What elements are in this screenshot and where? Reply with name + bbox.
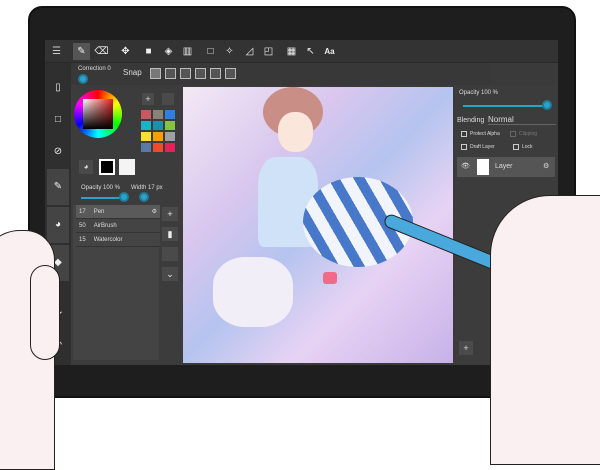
top-toolbar: ☰ ✎ ⌫ ✥ ■ ◈ ▥ □ ✧ ◿ ◰ ▦ ↖ Aa	[45, 40, 558, 63]
text-tool-button[interactable]: Aa	[321, 43, 338, 60]
brush-panel-icon[interactable]: ✎	[47, 169, 69, 205]
color-brush-panel: + ◕ Opacity 100 % Width 17 px 17 Pen ⚙ 50 A…	[71, 85, 183, 365]
brush-size: 50	[79, 223, 86, 229]
left-thumb	[30, 265, 60, 360]
color-swatch[interactable]	[141, 110, 151, 119]
layer-name: Layer	[495, 163, 513, 170]
brush-name: AirBrush	[93, 223, 117, 229]
snap-bar: Snap	[70, 63, 490, 85]
brush-opacity-knob[interactable]	[119, 192, 129, 202]
color-swatch[interactable]	[153, 121, 163, 130]
gradient-icon[interactable]: ▥	[179, 43, 196, 60]
snap-label: Snap	[123, 68, 142, 77]
brush-item[interactable]: 50 AirBrush	[76, 219, 160, 233]
brush-opacity-label: Opacity 100 %	[81, 185, 121, 191]
layer-row[interactable]: 👁 Layer ⚙	[457, 157, 555, 177]
layer-settings-icon[interactable]: ⚙	[543, 162, 549, 170]
lock-label: Lock	[522, 144, 533, 150]
correction-label: Correction 0	[78, 66, 111, 72]
background-color[interactable]	[119, 159, 135, 175]
foreground-color[interactable]	[99, 159, 115, 175]
color-swatch[interactable]	[141, 121, 151, 130]
brush-size: 15	[79, 237, 86, 243]
bucket-icon[interactable]: ◈	[160, 43, 177, 60]
brush-item[interactable]: 15 Watercolor	[76, 233, 160, 247]
draft-layer-checkbox[interactable]	[461, 144, 467, 150]
delete-color-button[interactable]	[162, 93, 174, 105]
rotate-icon[interactable]: ⊘	[47, 141, 69, 163]
magic-wand-icon[interactable]: ✧	[221, 43, 238, 60]
color-swatch[interactable]	[153, 132, 163, 141]
color-swatch[interactable]	[165, 121, 175, 130]
add-brush-button[interactable]: +	[162, 207, 178, 221]
snap-radial-icon[interactable]	[210, 68, 221, 79]
brush-option-button[interactable]	[162, 247, 178, 261]
brush-opacity-slider[interactable]	[81, 197, 123, 199]
blending-label: Blending	[457, 117, 485, 124]
brush-settings-icon[interactable]: ⚙	[152, 205, 157, 219]
color-swatch[interactable]	[165, 143, 175, 152]
artwork-face	[278, 112, 313, 152]
artwork-legs	[213, 257, 293, 327]
snap-lines-icon[interactable]	[195, 68, 206, 79]
brush-size: 17	[79, 209, 86, 215]
brush-item[interactable]: 17 Pen ⚙	[76, 205, 160, 219]
fill-rect-icon[interactable]: ■	[140, 43, 157, 60]
move-tool-icon[interactable]: ✥	[117, 43, 134, 60]
draft-layer-label: Draft Layer	[470, 144, 495, 150]
layer-opacity-label: Opacity 100 %	[459, 90, 499, 96]
menu-icon[interactable]: ☰	[48, 43, 65, 60]
file-icon[interactable]: ▯	[47, 77, 69, 99]
snap-circle-icon[interactable]	[225, 68, 236, 79]
add-layer-button[interactable]: +	[459, 341, 473, 355]
color-swatch[interactable]	[153, 143, 163, 152]
brush-width-knob[interactable]	[139, 192, 149, 202]
lock-checkbox[interactable]	[513, 144, 519, 150]
clipping-label: Clipping	[519, 131, 538, 137]
frame-icon[interactable]: ▦	[283, 43, 300, 60]
pointer-icon[interactable]: ↖	[302, 43, 319, 60]
color-swatch[interactable]	[141, 143, 151, 152]
snap-off-icon[interactable]	[150, 68, 161, 79]
protect-alpha-label: Protect Alpha	[470, 131, 500, 137]
select-eraser-icon[interactable]: ◰	[260, 43, 277, 60]
correction-slider[interactable]	[78, 74, 88, 84]
clipping-checkbox[interactable]	[510, 131, 516, 137]
artwork-bow	[323, 272, 337, 284]
add-color-button[interactable]: +	[142, 93, 154, 105]
protect-alpha-checkbox[interactable]	[461, 131, 467, 137]
brush-down-button[interactable]: ⌄	[162, 267, 178, 281]
color-swatch[interactable]	[141, 132, 151, 141]
right-hand	[490, 195, 600, 465]
selection-icon[interactable]: □	[47, 109, 69, 131]
app-screen: ☰ ✎ ⌫ ✥ ■ ◈ ▥ □ ✧ ◿ ◰ ▦ ↖ Aa Snap Correc…	[45, 40, 558, 365]
color-swatch[interactable]	[153, 110, 163, 119]
color-swatch[interactable]	[165, 132, 175, 141]
snap-grid-icon[interactable]	[180, 68, 191, 79]
layer-thumbnail	[477, 159, 489, 175]
delete-brush-button[interactable]: ▮	[162, 227, 178, 241]
select-pen-icon[interactable]: ◿	[241, 43, 258, 60]
layer-opacity-slider[interactable]	[463, 105, 548, 107]
brush-name: Pen	[93, 209, 105, 215]
palette-icon[interactable]: ◕	[79, 160, 93, 174]
color-panel-icon[interactable]: ◕	[47, 207, 69, 243]
eraser-tool-icon[interactable]: ⌫	[93, 43, 110, 60]
color-square[interactable]	[83, 99, 113, 129]
blending-select[interactable]: Normal	[488, 115, 556, 125]
brush-tool-icon[interactable]: ✎	[73, 43, 90, 60]
brush-name: Watercolor	[93, 237, 123, 243]
brush-width-label: Width 17 px	[131, 185, 163, 191]
layer-opacity-knob[interactable]	[542, 100, 552, 110]
eye-icon[interactable]: 👁	[461, 162, 470, 170]
select-rect-icon[interactable]: □	[202, 43, 219, 60]
snap-parallel-icon[interactable]	[165, 68, 176, 79]
brush-list: 17 Pen ⚙ 50 AirBrush 15 Watercolor	[73, 205, 160, 360]
color-swatch[interactable]	[165, 110, 175, 119]
color-wheel[interactable]	[74, 90, 122, 138]
